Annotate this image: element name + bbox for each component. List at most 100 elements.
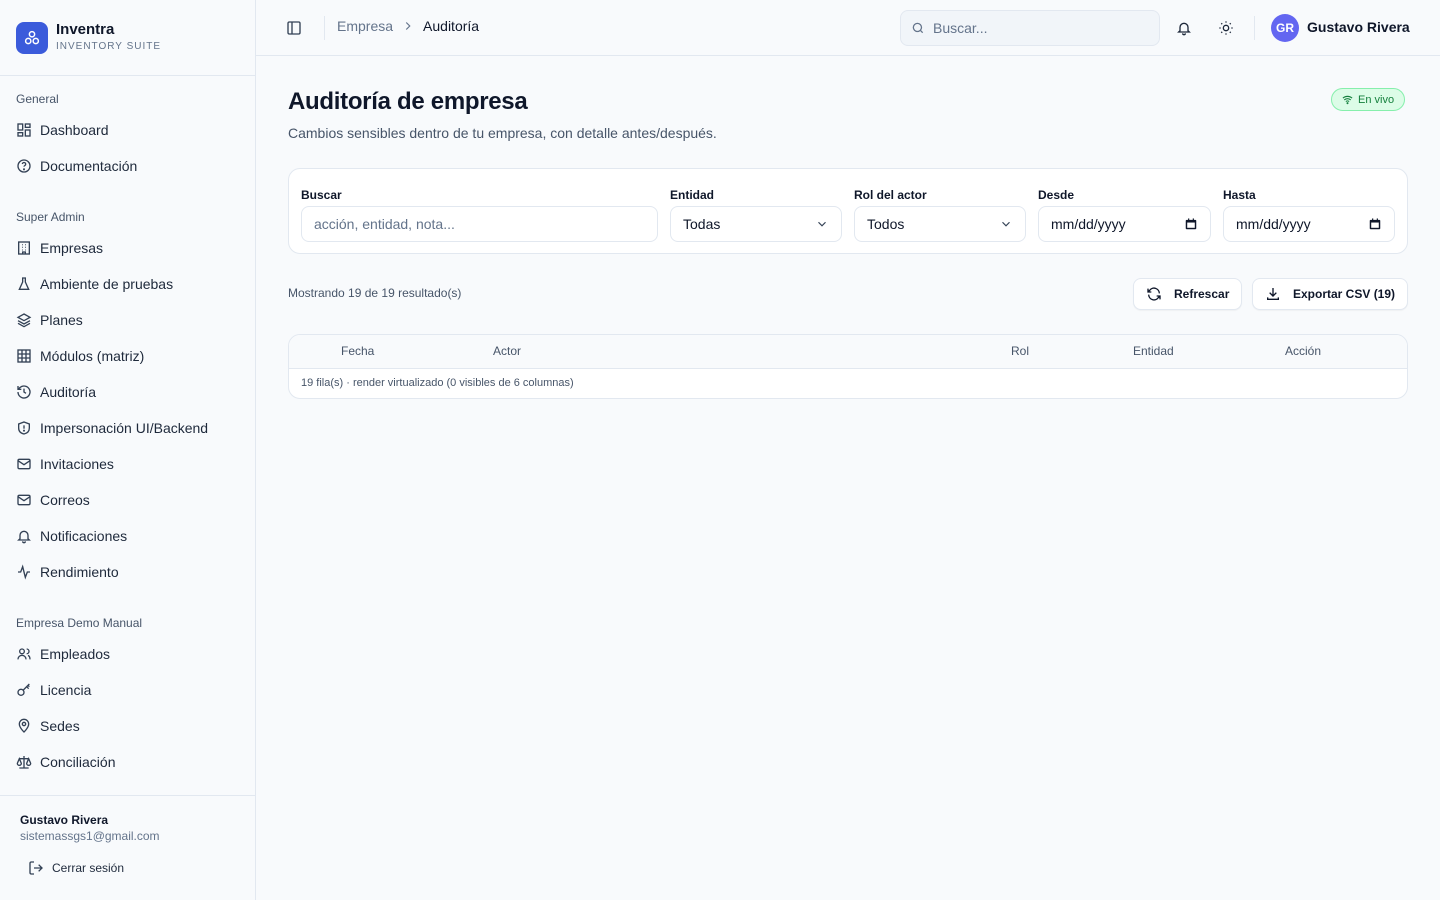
logout-label: Cerrar sesión [52,861,125,875]
calendar-icon[interactable] [1184,217,1198,231]
sidebar-item-empresas[interactable]: Empresas [0,230,255,266]
log-out-icon [28,860,44,876]
refresh-label: Refrescar [1174,287,1230,301]
sidebar-item-label: Dashboard [40,122,109,138]
bell-icon [16,528,32,544]
filter-role-select[interactable]: Todos [854,206,1026,242]
breadcrumb-item-empresa[interactable]: Empresa [337,18,393,34]
results-count: Mostrando 19 de 19 resultado(s) [288,286,462,300]
filter-search-label: Buscar [301,188,342,202]
scale-icon [16,754,32,770]
export-csv-button[interactable]: Exportar CSV (19) [1252,278,1409,310]
sidebar-item-label: Rendimiento [40,564,119,580]
sidebar-section-super-admin: Super Admin [16,210,85,224]
status-badge-label: En vivo [1358,93,1395,106]
shield-icon [16,420,32,436]
sidebar-item-rendimiento[interactable]: Rendimiento [0,554,255,590]
header-user-name[interactable]: Gustavo Rivera [1307,19,1410,35]
refresh-button[interactable]: Refrescar [1133,278,1243,310]
table-footer-note: 19 fila(s) · render virtualizado (0 visi… [301,377,574,389]
filter-search-field[interactable] [301,206,658,242]
column-header-accion[interactable]: Acción [1285,344,1321,358]
sidebar-user-name: Gustavo Rivera [20,813,109,827]
sidebar-item-label: Notificaciones [40,528,128,544]
sidebar-item-empleados[interactable]: Empleados [0,636,255,672]
column-header-rol[interactable]: Rol [1011,344,1029,358]
header-divider [324,16,325,40]
sidebar-item-planes[interactable]: Planes [0,302,255,338]
calendar-icon[interactable] [1368,217,1382,231]
filter-from-label: Desde [1038,188,1075,202]
header-search-input[interactable] [933,20,1143,36]
column-header-fecha[interactable]: Fecha [341,344,374,358]
notifications-button[interactable] [1172,16,1196,40]
brand-name: Inventra [56,21,115,38]
brand-subtitle: INVENTORY SUITE [56,41,162,52]
flask-icon [16,276,32,292]
sidebar: Inventra INVENTORY SUITE General Dashboa… [0,0,256,900]
sidebar-item-sedes[interactable]: Sedes [0,708,255,744]
page-subtitle: Cambios sensibles dentro de tu empresa, … [288,125,717,141]
refresh-icon [1146,286,1162,302]
sidebar-item-correos[interactable]: Correos [0,482,255,518]
help-circle-icon [16,158,32,174]
sidebar-item-label: Impersonación UI/Backend [40,420,209,436]
sidebar-item-dashboard[interactable]: Dashboard [0,112,255,148]
sidebar-item-conciliacion[interactable]: Conciliación [0,744,255,780]
sidebar-item-label: Planes [40,312,83,328]
sidebar-item-invitaciones[interactable]: Invitaciones [0,446,255,482]
sidebar-item-label: Documentación [40,158,138,174]
column-header-entidad[interactable]: Entidad [1133,344,1174,358]
sidebar-item-documentacion[interactable]: Documentación [0,148,255,184]
avatar[interactable]: GR [1271,14,1299,42]
sidebar-item-label: Invitaciones [40,456,114,472]
filter-to-date[interactable]: mm/dd/yyyy [1223,206,1395,242]
page-title: Auditoría de empresa [288,88,528,115]
filter-role-label: Rol del actor [854,188,927,202]
sidebar-section-general: General [16,92,59,106]
filter-entity-value: Todas [683,216,721,232]
sidebar-section-empresa-demo: Empresa Demo Manual [16,616,143,630]
filters-panel: Buscar Entidad Todas Rol del actor Todos… [288,168,1408,254]
filter-entity-select[interactable]: Todas [670,206,842,242]
status-badge: En vivo [1331,88,1406,111]
breadcrumb: Empresa Auditoría [337,18,479,34]
sidebar-toggle-button[interactable] [282,16,306,40]
layers-icon [16,312,32,328]
sidebar-item-notificaciones[interactable]: Notificaciones [0,518,255,554]
sidebar-item-label: Conciliación [40,754,116,770]
sidebar-user-email: sistemassgs1@gmail.com [20,829,160,843]
sidebar-item-label: Empresas [40,240,104,256]
activity-icon [16,564,32,580]
filter-role-value: Todos [867,216,905,232]
sidebar-item-label: Sedes [40,718,80,734]
sidebar-item-licencia[interactable]: Licencia [0,672,255,708]
column-header-actor[interactable]: Actor [493,344,521,358]
header-search[interactable] [900,10,1160,46]
filter-from-date[interactable]: mm/dd/yyyy [1038,206,1211,242]
filter-to-label: Hasta [1223,188,1256,202]
chevron-right-icon [401,19,415,33]
table-header: Fecha Actor Rol Entidad Acción [289,335,1407,369]
filter-entity-label: Entidad [670,188,714,202]
sidebar-item-impersonacion[interactable]: Impersonación UI/Backend [0,410,255,446]
table-icon [16,348,32,364]
map-pin-icon [16,718,32,734]
theme-toggle-button[interactable] [1214,16,1238,40]
brand-logo-icon [16,22,48,54]
chevron-down-icon [815,217,829,231]
sidebar-item-modulos[interactable]: Módulos (matriz) [0,338,255,374]
sidebar-footer: Gustavo Rivera sistemassgs1@gmail.com Ce… [0,795,255,900]
sidebar-item-auditoria[interactable]: Auditoría [0,374,255,410]
sidebar-item-ambiente-pruebas[interactable]: Ambiente de pruebas [0,266,255,302]
logout-button[interactable]: Cerrar sesión [20,856,132,880]
key-icon [16,682,32,698]
brand[interactable]: Inventra INVENTORY SUITE [0,0,255,76]
mail-icon [16,492,32,508]
sidebar-item-label: Licencia [40,682,92,698]
filter-search-input[interactable] [314,216,645,232]
bell-icon [1176,20,1192,36]
filter-to-value: mm/dd/yyyy [1236,216,1311,232]
sidebar-item-label: Auditoría [40,384,97,400]
